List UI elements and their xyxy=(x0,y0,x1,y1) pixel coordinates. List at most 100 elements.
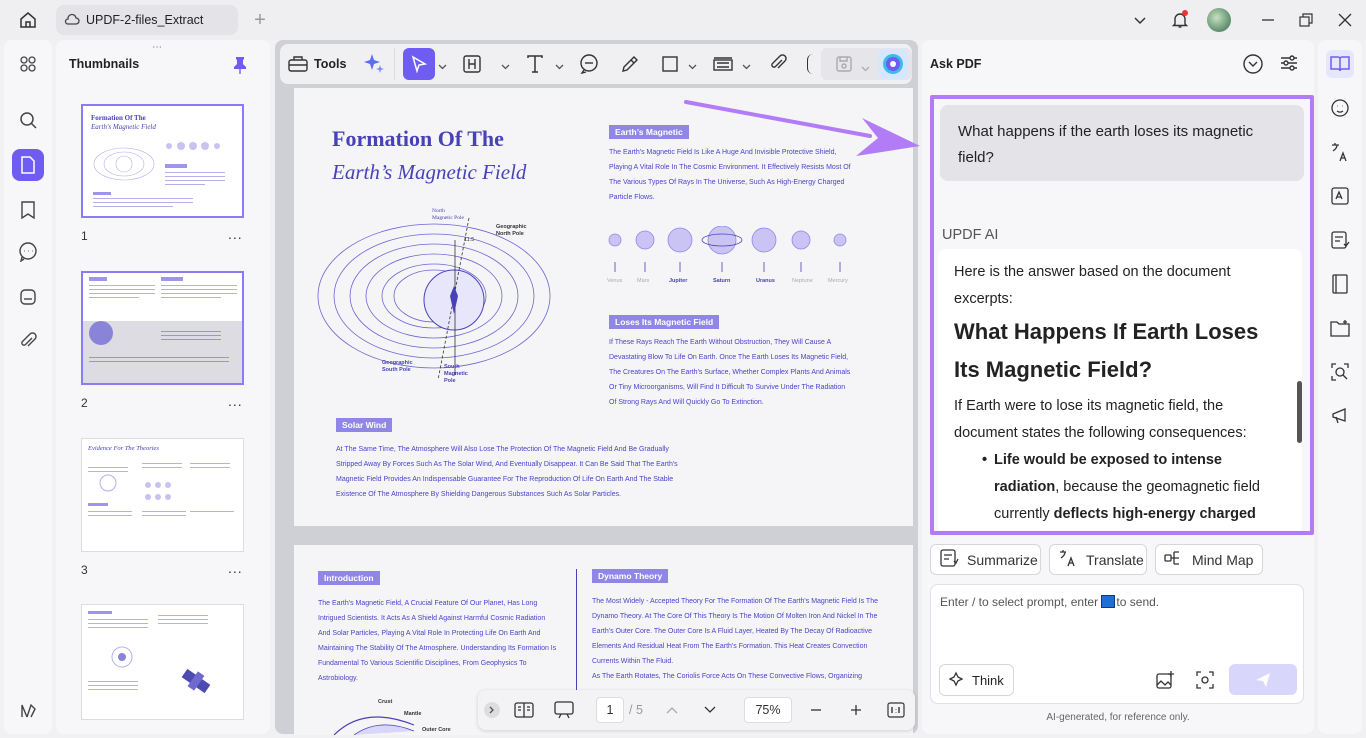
planet-label: Mercury xyxy=(828,278,848,284)
chevron-right-icon[interactable] xyxy=(484,702,500,718)
page-thumbnail-4[interactable] xyxy=(81,604,244,720)
select-tool-button[interactable] xyxy=(403,48,435,80)
updf-ai-button[interactable] xyxy=(878,49,908,79)
attach-file-icon[interactable] xyxy=(768,54,788,77)
comment-icon[interactable] xyxy=(12,236,44,268)
actual-size-icon[interactable] xyxy=(884,698,908,722)
comment-tool-icon[interactable] xyxy=(579,54,599,77)
ai-disclaimer: AI-generated, for reference only. xyxy=(1046,712,1190,723)
prompt-input[interactable]: Enter / to select prompt, enter to send.… xyxy=(930,584,1304,704)
restore-icon[interactable] xyxy=(1294,8,1318,32)
planet-label: Neptune xyxy=(792,278,813,284)
settings-sliders-icon[interactable] xyxy=(1279,53,1299,76)
close-icon[interactable] xyxy=(1333,8,1357,32)
section-label: Introduction xyxy=(318,571,380,585)
crust-label: Crust xyxy=(378,699,393,705)
planet-label: Saturn xyxy=(713,278,731,284)
send-button[interactable] xyxy=(1229,664,1297,695)
bookmark-icon[interactable] xyxy=(12,194,44,226)
ai-sparkle-icon[interactable] xyxy=(362,52,386,79)
zoom-level[interactable]: 75% xyxy=(744,697,792,723)
thumb-more-button[interactable]: ... xyxy=(228,226,243,242)
search-icon[interactable] xyxy=(12,104,44,136)
chat-conversation[interactable]: What happens if the earth loses its magn… xyxy=(930,95,1314,535)
document-tab[interactable]: UPDF-2-files_Extract xyxy=(56,5,238,35)
ocr-translate-icon[interactable] xyxy=(1326,182,1354,210)
chevron-down-icon[interactable] xyxy=(501,58,510,73)
callout-arrow xyxy=(684,100,920,156)
chat-bot-icon[interactable] xyxy=(1326,94,1354,122)
mind-map-icon xyxy=(1164,548,1184,571)
page-thumbnail-1[interactable]: Formation Of The Earth's Magnetic Field xyxy=(81,104,244,218)
translate-button[interactable]: Translate xyxy=(1049,544,1147,575)
page-thumbnail-2[interactable] xyxy=(81,271,244,385)
search-document-icon[interactable] xyxy=(1326,358,1354,386)
zoom-out-icon[interactable] xyxy=(804,698,828,722)
summary-icon[interactable] xyxy=(1326,226,1354,254)
home-icon[interactable] xyxy=(16,8,40,32)
ask-pdf-icon[interactable] xyxy=(1326,50,1354,78)
chevron-up-icon[interactable] xyxy=(660,698,684,722)
chevron-down-icon[interactable] xyxy=(688,58,697,73)
chevron-down-icon[interactable] xyxy=(698,698,722,722)
book-icon[interactable] xyxy=(1326,270,1354,298)
organize-icon[interactable] xyxy=(12,281,44,313)
thumb-page-number: 2 xyxy=(81,396,88,410)
attachment-icon[interactable] xyxy=(12,325,44,357)
mantle-label: Mantle xyxy=(404,711,422,717)
chevron-down-icon[interactable] xyxy=(438,58,447,73)
bell-icon[interactable] xyxy=(1168,8,1192,32)
announcement-icon[interactable] xyxy=(1326,402,1354,430)
add-image-icon[interactable] xyxy=(1155,670,1175,693)
chevron-down-icon[interactable] xyxy=(1128,8,1152,32)
translate-label: Translate xyxy=(1086,551,1144,568)
bullet-bold: deflects high-energy charged xyxy=(1053,506,1256,522)
chevron-down-icon[interactable] xyxy=(742,58,751,73)
thumb-more-button[interactable]: ... xyxy=(228,560,243,576)
left-rail xyxy=(4,40,52,734)
more-tools-icon[interactable] xyxy=(807,54,813,74)
presentation-icon[interactable] xyxy=(552,698,576,722)
enter-key-icon xyxy=(1101,595,1116,608)
section-text: If These Rays Reach The Earth Without Ob… xyxy=(609,339,851,406)
chevron-down-icon[interactable] xyxy=(861,60,870,75)
pin-icon[interactable] xyxy=(232,56,248,77)
folder-icon[interactable] xyxy=(1326,314,1354,342)
translate-icon[interactable] xyxy=(1326,138,1354,166)
angle-label: 11.5 xyxy=(464,237,475,243)
cloud-icon xyxy=(64,13,80,28)
avatar[interactable] xyxy=(1207,8,1231,32)
summarize-icon xyxy=(939,548,959,571)
page-total: / 5 xyxy=(629,703,643,717)
drag-handle[interactable]: ⋯ xyxy=(152,42,163,53)
tools-button[interactable]: Tools xyxy=(288,50,346,78)
text-tool-icon[interactable] xyxy=(525,54,545,77)
zoom-in-icon[interactable] xyxy=(844,698,868,722)
thumbnails-panel: ⋯ Thumbnails Formation Of The Earth's Ma… xyxy=(56,40,270,734)
thumb-more-button[interactable]: ... xyxy=(228,393,243,409)
planet-label: Jupiter xyxy=(669,278,688,284)
new-tab-icon[interactable]: + xyxy=(248,8,272,32)
page-thumbnail-3[interactable]: Evidence For The Theories xyxy=(81,438,244,552)
page-number-input[interactable]: 1 xyxy=(596,697,624,723)
save-icon[interactable] xyxy=(835,55,853,76)
screenshot-icon[interactable] xyxy=(1195,670,1215,693)
summarize-button[interactable]: Summarize xyxy=(930,544,1041,575)
stamp-tool-icon[interactable] xyxy=(712,54,734,77)
history-icon[interactable] xyxy=(1242,53,1264,78)
panel-title: Ask PDF xyxy=(930,57,982,71)
pencil-icon[interactable] xyxy=(620,54,640,77)
right-rail xyxy=(1318,40,1362,734)
think-label: Think xyxy=(972,672,1004,688)
apps-icon[interactable] xyxy=(12,48,44,80)
think-button[interactable]: Think xyxy=(939,664,1014,696)
chevron-down-icon[interactable] xyxy=(555,58,564,73)
chat-scrollbar[interactable] xyxy=(1297,381,1302,443)
minimize-icon[interactable] xyxy=(1256,8,1280,32)
thumbnails-icon[interactable] xyxy=(12,149,44,181)
layers-icon[interactable] xyxy=(12,694,44,726)
highlight-tool-icon[interactable] xyxy=(462,54,482,77)
shape-tool-icon[interactable] xyxy=(660,54,680,77)
page-layout-icon[interactable] xyxy=(512,698,536,722)
mind-map-button[interactable]: Mind Map xyxy=(1155,544,1263,575)
